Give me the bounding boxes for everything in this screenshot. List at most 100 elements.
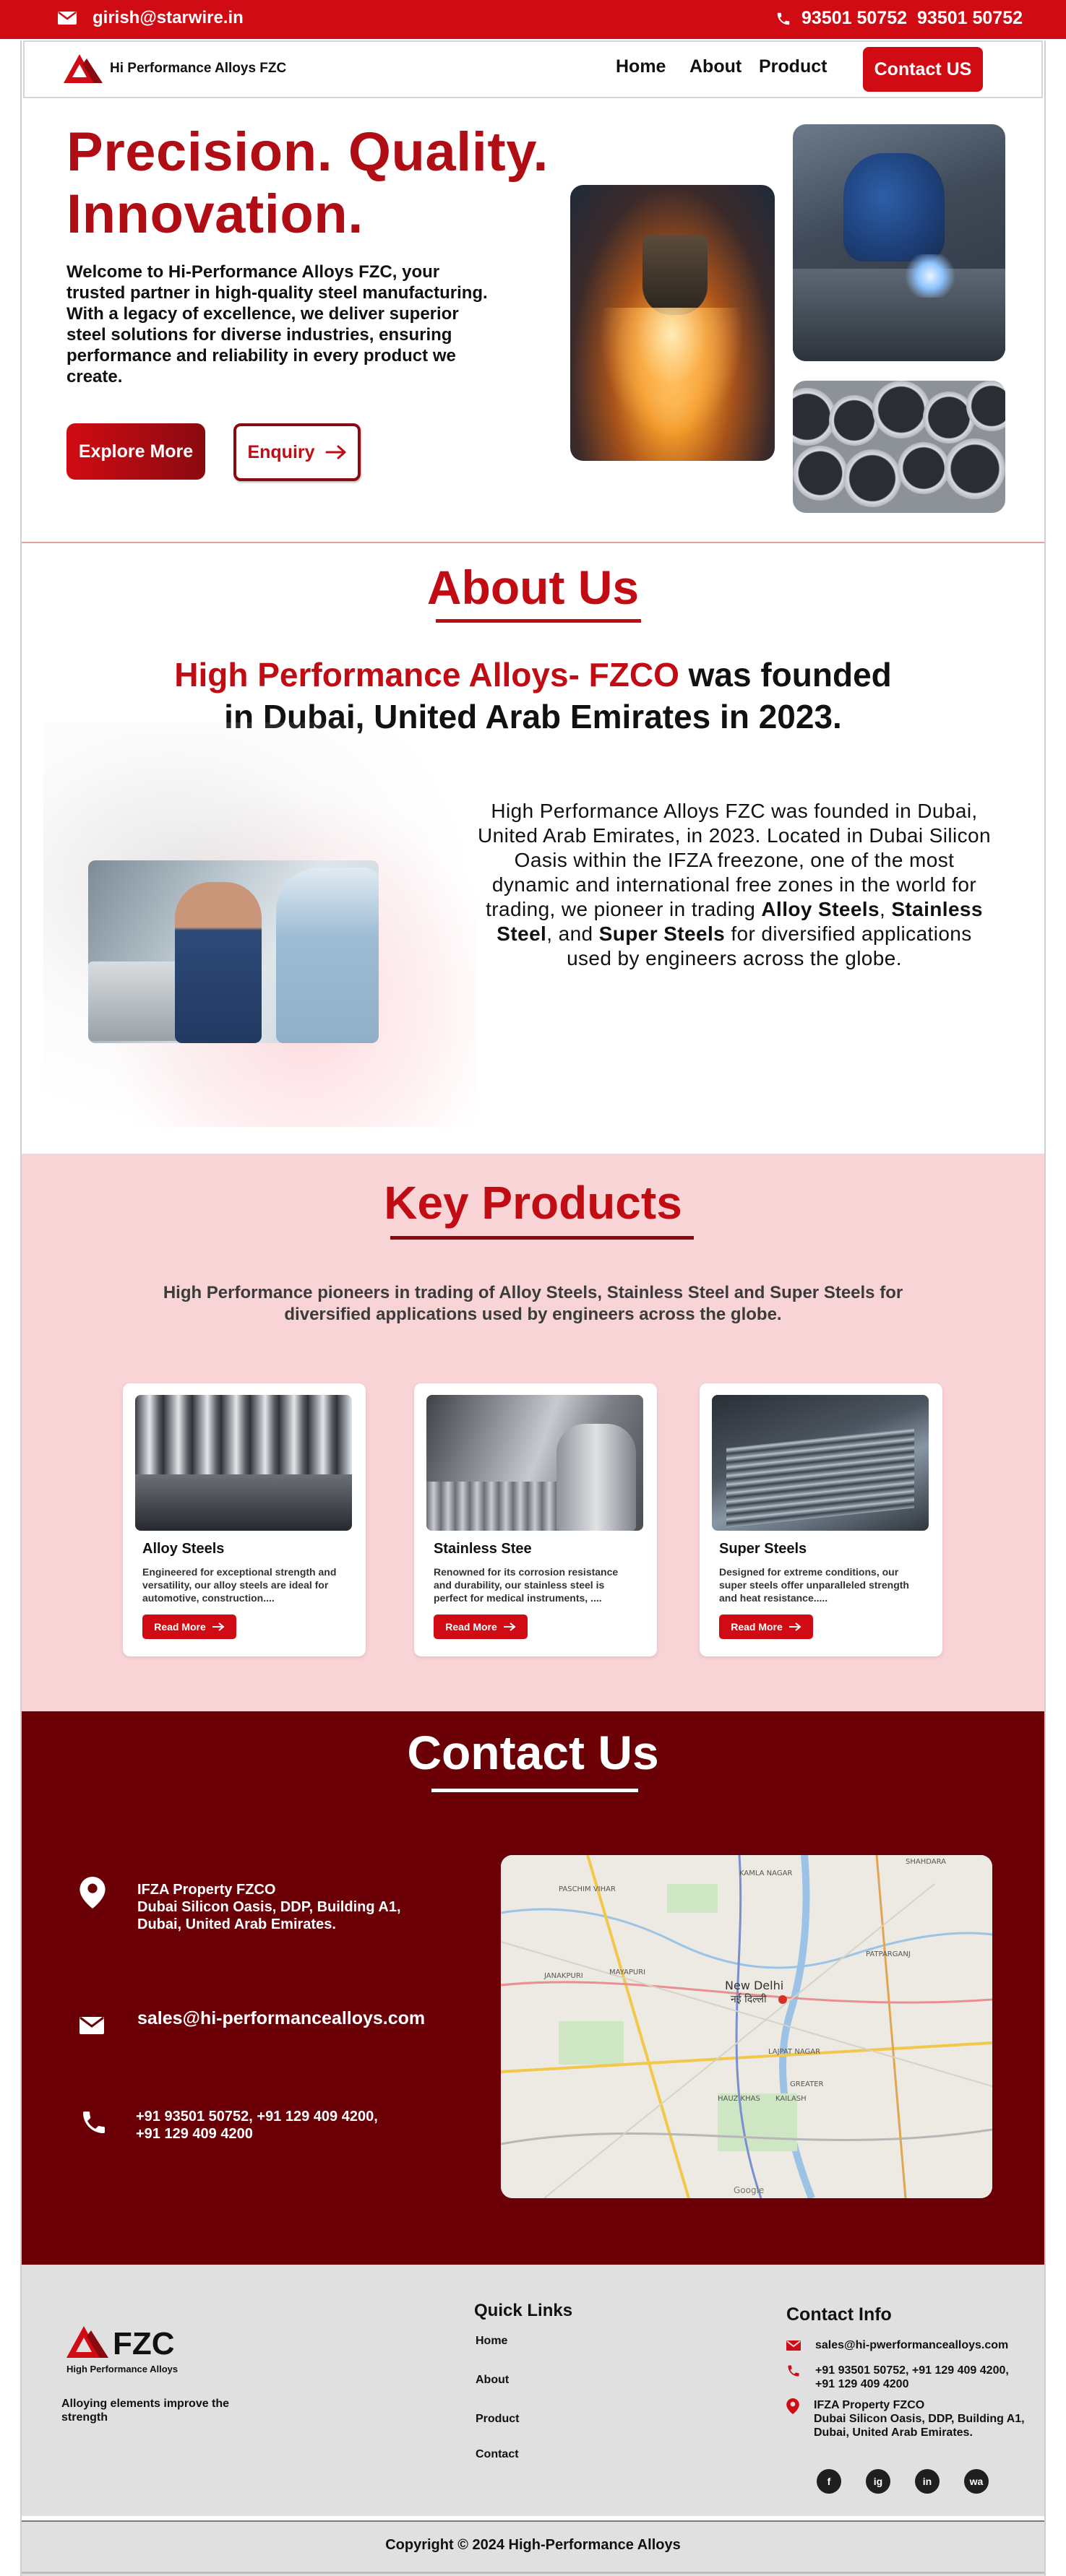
topbar-email-text: girish@starwire.in [93, 8, 244, 27]
hero-title: Precision. Quality. Innovation. [66, 121, 572, 246]
welder-image [793, 124, 1005, 361]
arrow-right-icon [788, 1622, 801, 1631]
pipes-image [793, 381, 1005, 513]
hero-title-line-2: Innovation. [66, 183, 364, 245]
map-google-label: Google [734, 2185, 764, 2195]
read-more-label: Read More [731, 1621, 783, 1633]
footer-address-text: IFZA Property FZCO Dubai Silicon Oasis, … [814, 2399, 1025, 2439]
whatsapp-icon[interactable]: wa [964, 2469, 989, 2494]
site-logo[interactable]: Hi Performance Alloys FZC [62, 53, 286, 85]
product-card-stainless[interactable]: Stainless Stee Renowned for its corrosio… [414, 1383, 657, 1656]
footer-email-text: sales@hi-pwerformancealloys.com [815, 2339, 1009, 2351]
mail-icon [786, 2341, 801, 2351]
worker-shape [843, 153, 945, 262]
pipe-shape [872, 381, 930, 438]
ladle-shape [642, 235, 708, 315]
mail-icon [79, 2017, 104, 2034]
footer-address: IFZA Property FZCO Dubai Silicon Oasis, … [786, 2398, 1025, 2439]
enquiry-button[interactable]: Enquiry [233, 423, 361, 481]
linkedin-icon[interactable]: in [915, 2469, 940, 2494]
product-card-alloy[interactable]: Alloy Steels Engineered for exceptional … [123, 1383, 366, 1656]
logo-text: Hi Performance Alloys FZC [110, 61, 287, 76]
footer-link-contact[interactable]: Contact [476, 2448, 519, 2461]
pipe-shape [843, 449, 901, 507]
map-city-label: New Delhi [725, 1979, 783, 1992]
nav-links: Home About Product [616, 56, 838, 77]
nav-link-about[interactable]: About [689, 56, 759, 77]
map-label: PASCHIM VIHAR [559, 1885, 616, 1893]
contact-email-text: sales@hi-performancealloys.com [137, 2008, 426, 2028]
super-steel-image [712, 1395, 929, 1531]
contact-address: IFZA Property FZCO Dubai Silicon Oasis, … [79, 1877, 401, 1933]
facebook-icon[interactable]: f [817, 2469, 841, 2494]
topbar-email[interactable]: girish@starwire.in [58, 8, 244, 28]
location-map[interactable]: New Delhi नई दिल्ली KAMLA NAGAR PASCHIM … [501, 1855, 992, 2198]
pipe-shape [898, 442, 950, 494]
nav-link-product[interactable]: Product [759, 56, 838, 77]
about-paragraph: High Performance Alloys FZC was founded … [477, 799, 992, 971]
quick-links-title: Quick Links [474, 2301, 573, 2320]
phone-icon [777, 12, 790, 25]
products-description: High Performance pioneers in trading of … [163, 1283, 903, 1324]
location-pin-icon [79, 1877, 106, 1909]
person-shape [175, 882, 262, 1043]
map-label: MAYAPURI [609, 1968, 645, 1976]
read-more-button[interactable]: Read More [142, 1615, 236, 1639]
footer-link-home[interactable]: Home [476, 2335, 507, 2348]
contact-address-text: IFZA Property FZCO Dubai Silicon Oasis, … [137, 1882, 401, 1932]
contact-title: Contact Us [407, 1726, 659, 1779]
about-title-underline [436, 619, 641, 623]
footer-phone-text: +91 93501 50752, +91 129 409 4200, +91 1… [815, 2364, 1009, 2390]
nav-contact-button[interactable]: Contact US [863, 47, 983, 92]
steel-roll-shape [556, 1424, 636, 1531]
explore-more-button[interactable]: Explore More [66, 423, 205, 480]
about-lead-rest-1: was founded [679, 656, 892, 693]
about-separator: , [879, 898, 892, 920]
product-card-super[interactable]: Super Steels Designed for extreme condit… [700, 1383, 942, 1656]
hero-title-line-1: Precision. Quality. [66, 121, 549, 183]
contact-phone[interactable]: +91 93501 50752, +91 129 409 4200, +91 1… [79, 2108, 378, 2143]
pipe-shape [829, 395, 880, 446]
mail-icon [58, 12, 77, 25]
footer-phone[interactable]: +91 93501 50752, +91 129 409 4200, +91 1… [786, 2364, 1009, 2391]
logo-triangle-icon [64, 54, 103, 83]
about-bold-alloy: Alloy Steels [761, 898, 880, 920]
footer-logo[interactable]: FZC High Performance Alloys [66, 2325, 178, 2374]
read-more-button[interactable]: Read More [434, 1615, 528, 1639]
contact-title-underline [431, 1789, 638, 1792]
read-more-button[interactable]: Read More [719, 1615, 813, 1639]
footer-email[interactable]: sales@hi-pwerformancealloys.com [786, 2338, 1008, 2352]
logo-triangle-icon [66, 2326, 108, 2358]
steel-bars-shape [135, 1474, 352, 1531]
products-title: Key Products [384, 1177, 682, 1229]
sparks-glow [599, 308, 744, 438]
footer-link-about[interactable]: About [476, 2374, 509, 2387]
contact-info-title: Contact Info [786, 2304, 892, 2325]
furnace-image [570, 185, 775, 461]
laptop-shape [88, 961, 189, 1041]
topbar-phone-2: 93501 50752 [917, 8, 1023, 28]
map-label: HAUZ KHAS [718, 2095, 760, 2103]
footer-tagline: Alloying elements improve the strength [61, 2398, 230, 2424]
footer-link-product[interactable]: Product [476, 2413, 519, 2426]
contact-phone-text: +91 93501 50752, +91 129 409 4200, +91 1… [136, 2109, 378, 2142]
stainless-steel-image [426, 1395, 643, 1531]
location-pin-icon [786, 2398, 799, 2414]
map-label: PATPARGANJ [866, 1950, 911, 1958]
about-lead-company: High Performance Alloys- FZCO [174, 656, 679, 693]
hero-description: Welcome to Hi-Performance Alloys FZC, yo… [66, 262, 488, 386]
topbar-phones[interactable]: 93501 50752 93501 50752 [775, 8, 1023, 29]
enquiry-button-label: Enquiry [247, 441, 315, 462]
nav-link-home[interactable]: Home [616, 56, 689, 77]
map-label: JANAKPURI [543, 1972, 583, 1980]
read-more-label: Read More [154, 1621, 206, 1633]
map-label: SHAHDARA [906, 1858, 946, 1866]
steel-plate-shape [793, 269, 1005, 361]
footer-brand: FZC [113, 2326, 175, 2361]
contact-email[interactable]: sales@hi-performancealloys.com [79, 2010, 425, 2034]
product-text: Renowned for its corrosion resistance an… [434, 1566, 619, 1604]
top-bar: girish@starwire.in 93501 50752 93501 507… [0, 0, 1066, 39]
pipe-shape [945, 438, 1005, 499]
instagram-icon[interactable]: ig [866, 2469, 890, 2494]
phone-icon [788, 2365, 799, 2377]
